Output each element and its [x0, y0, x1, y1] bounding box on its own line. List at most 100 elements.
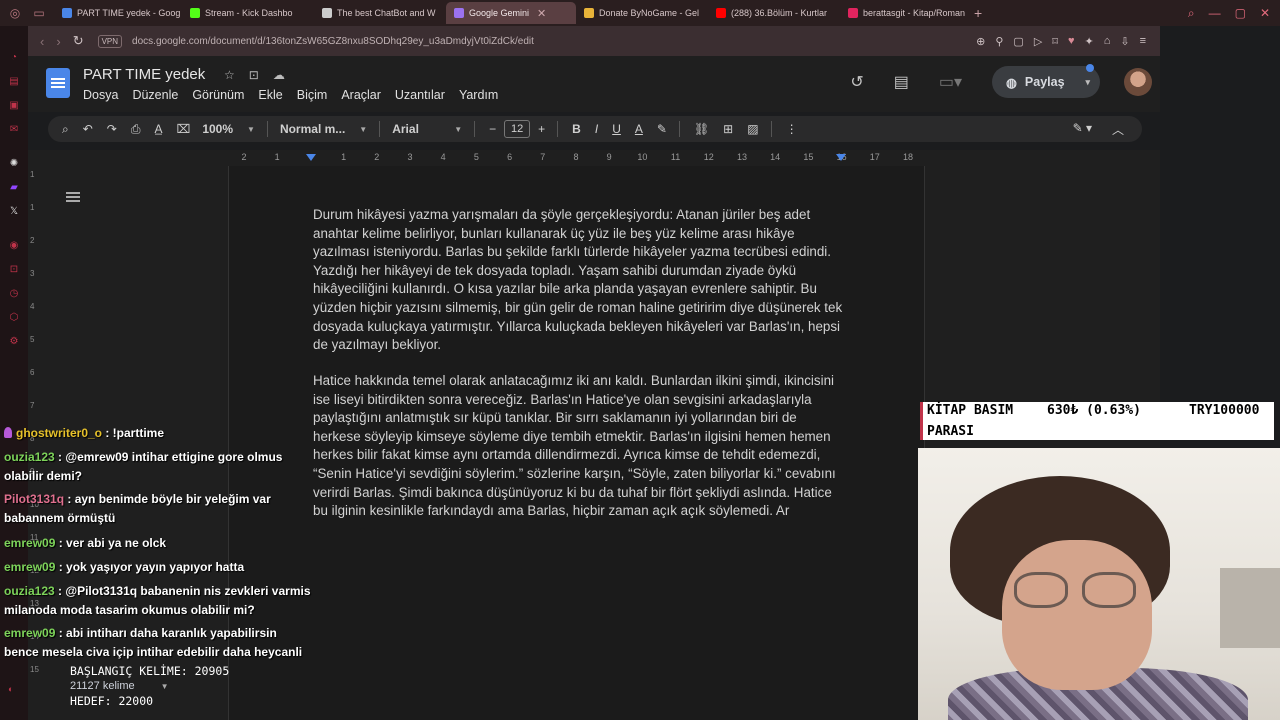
left-indent-marker[interactable] [306, 154, 316, 161]
horizontal-ruler[interactable]: 2 1 1 2 3 4 5 6 7 8 9 10 11 12 13 14 15 16 17 18 [28, 150, 1160, 166]
chevron-down-icon[interactable]: ▾ [1085, 77, 1090, 88]
menu-icon[interactable]: ≡ [1140, 35, 1146, 48]
play-icon[interactable]: ▷ [1034, 35, 1042, 48]
meet-icon[interactable]: ▭▾ [939, 72, 962, 92]
bold-icon[interactable]: B [572, 122, 581, 136]
pin-icon[interactable]: ⚲ [995, 35, 1003, 48]
sidebar-bottom-icon[interactable]: ◐ [8, 684, 13, 694]
undo-icon[interactable]: ↶ [83, 122, 93, 136]
word-count-widget[interactable]: 21127 kelime ▼ [70, 679, 229, 695]
menu-item[interactable]: Görünüm [192, 88, 244, 102]
messenger-icon[interactable]: ◔ [8, 52, 20, 64]
mail-icon[interactable]: ✉ [8, 124, 20, 136]
italic-icon[interactable]: I [595, 122, 598, 136]
tab-gemini[interactable]: Google Gemini ✕ [446, 2, 576, 24]
text-color-icon[interactable]: A [635, 122, 643, 136]
extensions-icon[interactable]: ✦ [1084, 35, 1093, 48]
redo-icon[interactable]: ↷ [107, 122, 117, 136]
browser-logo-icon[interactable]: ◎ [6, 4, 24, 22]
comment-icon[interactable]: ⊞ [723, 122, 733, 136]
url-field[interactable]: docs.google.com/document/d/136tonZsW65GZ… [132, 36, 534, 47]
shop-icon[interactable]: ▤ [8, 76, 20, 88]
menu-item[interactable]: Dosya [83, 88, 118, 102]
notes-icon[interactable]: ⊡ [8, 264, 20, 276]
tab-docs[interactable]: PART TIME yedek - Goog [54, 2, 182, 24]
paragraph-2[interactable]: Hatice hakkında temel olarak anlatacağım… [313, 372, 843, 521]
chatgpt-icon[interactable]: ✺ [8, 158, 20, 170]
menu-item[interactable]: Düzenle [132, 88, 178, 102]
more-icon[interactable]: ⋮ [786, 122, 798, 136]
heart-icon[interactable]: ♥ [1068, 35, 1075, 48]
x-icon[interactable]: 𝕏 [8, 206, 20, 218]
avatar[interactable] [1124, 68, 1152, 96]
font-size-input[interactable]: 12 [504, 120, 531, 138]
editing-mode-icon[interactable]: ✎ ▾ [1073, 121, 1092, 138]
menu-item[interactable]: Ekle [258, 88, 282, 102]
close-tab-icon[interactable]: ✕ [537, 7, 546, 20]
reload-icon[interactable]: ↻ [73, 33, 84, 49]
menu-item[interactable]: Yardım [459, 88, 498, 102]
divider [474, 121, 476, 137]
vpn-badge[interactable]: VPN [97, 34, 123, 48]
link-icon[interactable]: ⛓ [694, 122, 709, 136]
decrease-font-icon[interactable]: − [489, 122, 496, 136]
image-icon[interactable]: ▨ [747, 122, 758, 136]
zoom-select[interactable]: 100% ▼ [202, 122, 255, 136]
tab-kick[interactable]: Stream - Kick Dashbo [182, 2, 314, 24]
forward-icon[interactable]: › [56, 34, 60, 49]
document-title[interactable]: PART TIME yedek [83, 66, 205, 83]
star-icon[interactable]: ☆ [224, 68, 235, 82]
move-folder-icon[interactable]: ⊡ [249, 68, 259, 82]
menu-item[interactable]: Uzantılar [395, 88, 445, 102]
back-icon[interactable]: ‹ [40, 34, 44, 49]
menu-item[interactable]: Biçim [297, 88, 328, 102]
comments-icon[interactable]: ▤ [894, 72, 909, 92]
document-outline-icon[interactable] [66, 192, 80, 202]
increase-font-icon[interactable]: + [538, 122, 545, 136]
docs-logo-icon[interactable] [46, 68, 70, 98]
underline-icon[interactable]: U [612, 122, 621, 136]
cloud-status-icon[interactable]: ☁ [273, 68, 285, 82]
download-icon[interactable]: ⇩ [1120, 35, 1129, 48]
settings-icon[interactable]: ⚙ [8, 336, 20, 348]
twitch-icon[interactable]: ▰ [8, 182, 20, 194]
print-icon[interactable]: ⎙ [131, 122, 141, 137]
donation-goal-ticker: KİTAP BASIM 630₺ (0.63%) TRY100000 PARAS… [920, 402, 1274, 440]
player-icon[interactable]: ◉ [8, 240, 20, 252]
minimize-icon[interactable]: — [1209, 6, 1221, 21]
maximize-icon[interactable]: ▢ [1235, 6, 1246, 21]
wallet-icon[interactable]: ⌂ [1104, 35, 1111, 48]
document-page[interactable]: Durum hikâyesi yazma yarışmaları da şöyl… [228, 166, 925, 720]
tab-donate[interactable]: Donate ByNoGame - Gel [576, 2, 708, 24]
zoom-icon[interactable]: ⊕ [976, 35, 985, 48]
search-icon[interactable]: ⌕ [1188, 6, 1195, 21]
tab-chatbot[interactable]: The best ChatBot and W [314, 2, 446, 24]
collapse-icon[interactable]: ︿ [1112, 121, 1124, 138]
font-select[interactable]: Arial ▼ [392, 122, 462, 136]
menu-item[interactable]: Araçlar [341, 88, 381, 102]
tab-bi[interactable]: berattasgit - Kitap/Roman [840, 2, 970, 24]
new-tab-button[interactable]: + [974, 5, 982, 21]
right-indent-marker[interactable] [836, 154, 846, 161]
history-icon[interactable]: ◷ [8, 288, 20, 300]
extensions-sidebar-icon[interactable]: ⬡ [8, 312, 20, 324]
search-menus-icon[interactable]: ⌕ [62, 122, 69, 137]
chevron-down-icon[interactable]: ▼ [161, 682, 169, 691]
paint-format-icon[interactable]: ⌧ [176, 122, 190, 136]
version-history-icon[interactable]: ↺ [850, 72, 863, 92]
chat-text: : ver abi ya ne olck [55, 536, 167, 550]
games-icon[interactable]: ▣ [8, 100, 20, 112]
tab-youtube[interactable]: (288) 36.Bölüm - Kurtlar [708, 2, 840, 24]
snapshot-icon[interactable]: ▢ [1013, 35, 1023, 48]
bookmark-icon[interactable]: ⌑ [1052, 35, 1058, 48]
chevron-down-icon: ▼ [247, 124, 255, 134]
spellcheck-icon[interactable]: A̲ [154, 122, 162, 136]
vruler-number: 4 [30, 302, 35, 311]
highlight-icon[interactable]: ✎ [657, 122, 667, 136]
webcam-feed [918, 448, 1280, 720]
style-select[interactable]: Normal m... ▼ [280, 122, 367, 136]
paragraph-1[interactable]: Durum hikâyesi yazma yarışmaları da şöyl… [313, 206, 843, 355]
tab-overview-icon[interactable]: ▭ [30, 4, 48, 22]
share-button[interactable]: ◍ Paylaş ▾ [992, 64, 1100, 98]
close-window-icon[interactable]: ✕ [1260, 6, 1270, 21]
